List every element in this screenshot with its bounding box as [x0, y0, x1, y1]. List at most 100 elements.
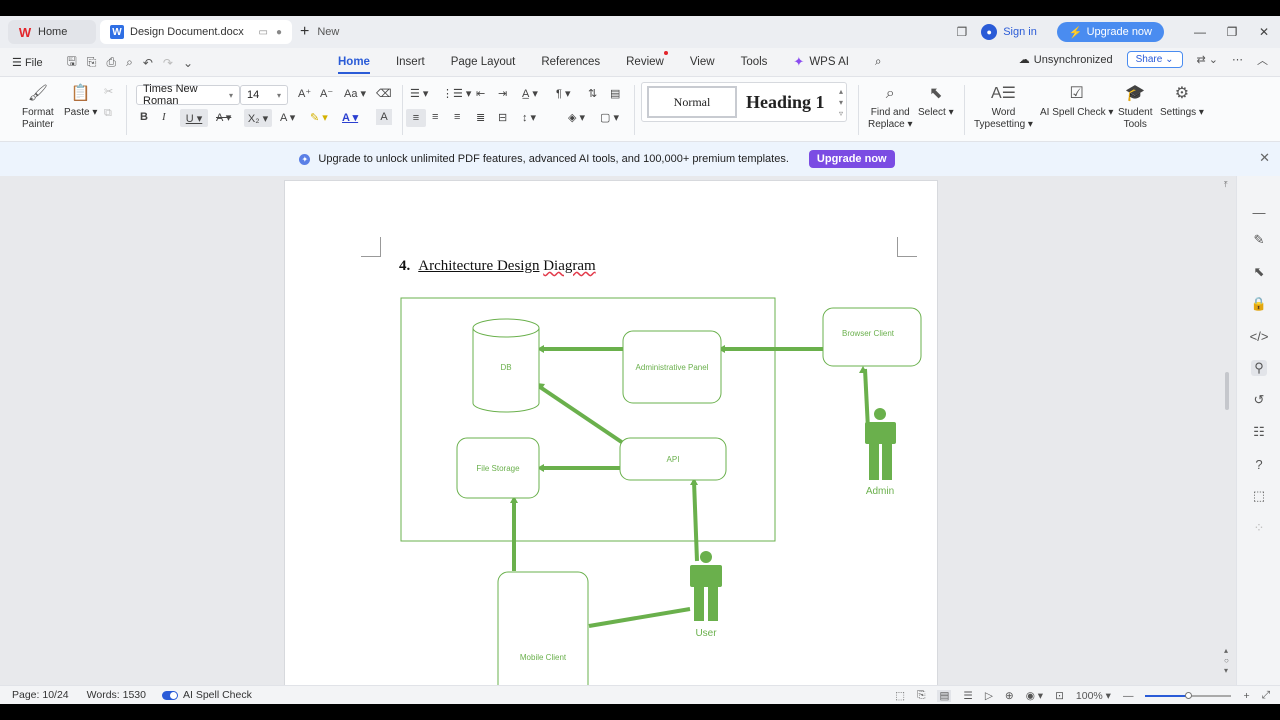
eye-protection-icon[interactable]: ◉ ▾: [1026, 690, 1043, 702]
styles-scroll[interactable]: ▴ ▾ ▿: [839, 87, 843, 118]
student-tools-button[interactable]: 🎓 Student Tools: [1118, 83, 1152, 131]
crop-select-icon[interactable]: ⬚: [1251, 488, 1267, 504]
search-icon[interactable]: ⌕: [875, 48, 881, 76]
fullscreen-icon[interactable]: ⤢: [1262, 689, 1270, 702]
export-pdf-icon[interactable]: ⎘: [87, 55, 97, 70]
style-normal[interactable]: Normal: [647, 86, 737, 118]
adjust-settings-icon[interactable]: ⚲: [1251, 360, 1267, 376]
distributed-icon[interactable]: ⊟: [498, 111, 507, 124]
line-spacing-icon[interactable]: ↕ ▾: [522, 111, 536, 124]
page-indicator[interactable]: Page: 10/24: [12, 689, 69, 701]
file-menu[interactable]: ☰ File: [12, 56, 43, 69]
increase-indent-icon[interactable]: ⇥: [498, 87, 507, 100]
mobile-client-node[interactable]: [497, 571, 589, 685]
decrease-indent-icon[interactable]: ⇤: [476, 87, 485, 100]
reading-mode-icon[interactable]: ⎘: [917, 689, 925, 702]
find-replace-button[interactable]: ⌕ Find and Replace ▾: [868, 83, 913, 131]
menu-tab-references[interactable]: References: [541, 48, 600, 76]
page-nav-icon[interactable]: ▴ ○ ▾: [1224, 646, 1229, 676]
fit-page-icon[interactable]: ⊡: [1055, 690, 1064, 702]
focus-mode-icon[interactable]: ⬚: [895, 690, 905, 702]
layout-options-icon[interactable]: ⇄ ⌄: [1197, 53, 1219, 66]
zoom-out-icon[interactable]: —: [1123, 690, 1134, 702]
collapse-ribbon-icon[interactable]: ︿: [1257, 52, 1268, 68]
user-actor-icon[interactable]: [690, 551, 722, 621]
play-icon[interactable]: ▷: [985, 690, 993, 702]
font-name-select[interactable]: Times New Roman ▾: [136, 83, 240, 107]
text-effects-icon[interactable]: A ▾: [280, 111, 295, 124]
select-pointer-icon[interactable]: ⬉: [1251, 264, 1267, 280]
sort-icon[interactable]: ⇅: [588, 87, 597, 100]
bullets-icon[interactable]: ☰ ▾: [410, 87, 428, 100]
change-case-icon[interactable]: Aa ▾: [344, 87, 366, 100]
upgrade-now-button[interactable]: ⚡ Upgrade now: [1056, 22, 1164, 42]
cut-icon[interactable]: ✂: [104, 85, 113, 98]
strikethrough-icon[interactable]: A ▾: [216, 111, 231, 124]
menu-tab-review[interactable]: Review: [626, 48, 668, 76]
quick-access-more-icon[interactable]: ⌄: [183, 56, 193, 70]
paste-button[interactable]: 📋 Paste ▾: [64, 83, 97, 119]
tab-document[interactable]: W Design Document.docx ▭ ●: [100, 20, 292, 44]
chevron-up-icon[interactable]: ▴: [839, 87, 843, 96]
tab-home[interactable]: W Home: [8, 20, 96, 44]
list-panel-icon[interactable]: ☷: [1251, 424, 1267, 440]
align-left-icon[interactable]: ≡: [406, 109, 426, 127]
redo-icon[interactable]: ↷: [163, 56, 173, 70]
menu-tab-insert[interactable]: Insert: [396, 48, 425, 76]
history-icon[interactable]: ↺: [1251, 392, 1267, 408]
table-border-icon[interactable]: ▤: [610, 87, 620, 100]
apps-grid-icon[interactable]: ⁘: [1251, 520, 1267, 536]
zoom-slider-knob[interactable]: [1185, 691, 1193, 699]
highlight-icon[interactable]: ✎ ▾: [310, 111, 328, 124]
document-page[interactable]: 4. Architecture Design Diagram DB Admini…: [284, 180, 938, 685]
zoom-level[interactable]: 100% ▾: [1076, 690, 1111, 702]
numbering-icon[interactable]: ⋮☰ ▾: [442, 87, 471, 100]
paragraph-marks-icon[interactable]: ¶ ▾: [556, 87, 571, 100]
ai-spell-toggle[interactable]: AI Spell Check: [161, 689, 252, 701]
scroll-thumb[interactable]: [1225, 372, 1229, 410]
scroll-top-icon[interactable]: ⤒: [1224, 180, 1228, 190]
banner-upgrade-button[interactable]: Upgrade now: [808, 150, 895, 168]
word-count[interactable]: Words: 1530: [87, 689, 146, 701]
subscript-icon[interactable]: X₂ ▾: [244, 109, 272, 127]
grow-font-icon[interactable]: A⁺: [298, 87, 311, 100]
maximize-button[interactable]: ❐: [1216, 25, 1248, 39]
web-layout-icon[interactable]: ⊕: [1005, 690, 1014, 702]
pen-edit-icon[interactable]: ✎: [1251, 232, 1267, 248]
word-typesetting-button[interactable]: A☰ Word Typesetting ▾: [974, 83, 1033, 131]
code-icon[interactable]: </>: [1250, 328, 1269, 344]
architecture-diagram[interactable]: DB Administrative Panel Browser Client A…: [285, 181, 939, 685]
minimize-button[interactable]: —: [1184, 25, 1216, 39]
bold-icon[interactable]: B: [140, 111, 148, 123]
close-icon[interactable]: ✕: [1259, 150, 1270, 166]
underline-icon[interactable]: U ▾: [180, 109, 208, 127]
font-size-select[interactable]: 14 ▾: [240, 85, 288, 105]
new-tab-button[interactable]: + New: [300, 20, 339, 44]
collapse-panel-icon[interactable]: —: [1251, 204, 1267, 220]
tab-window-icon[interactable]: ▭: [259, 27, 268, 38]
help-icon[interactable]: ?: [1251, 456, 1267, 472]
settings-button[interactable]: ⚙ Settings ▾: [1160, 83, 1204, 119]
justify-icon[interactable]: ≣: [476, 111, 485, 124]
share-button[interactable]: Share ⌄: [1126, 51, 1183, 68]
save-icon[interactable]: 🖫: [67, 52, 77, 73]
more-options-icon[interactable]: ⋯: [1232, 53, 1243, 66]
undo-icon[interactable]: ↶: [143, 56, 153, 70]
print-preview-icon[interactable]: ⌕: [126, 55, 133, 70]
tab-unsaved-dot-icon[interactable]: ●: [276, 27, 282, 38]
chinese-layout-icon[interactable]: A̲ ▾: [522, 87, 538, 100]
toggle-switch[interactable]: [161, 690, 178, 700]
shrink-font-icon[interactable]: A⁻: [320, 87, 333, 100]
sync-status[interactable]: ☁ Unsynchronized: [1019, 53, 1113, 67]
zoom-slider[interactable]: [1145, 691, 1232, 699]
chevron-down-icon[interactable]: ▾: [839, 98, 843, 107]
zoom-in-icon[interactable]: +: [1243, 690, 1249, 702]
character-shading-icon[interactable]: A: [376, 109, 392, 125]
style-heading-1[interactable]: Heading 1: [746, 86, 825, 118]
format-painter-button[interactable]: 🖌 Format Painter: [22, 83, 54, 131]
menu-tab-wps-ai[interactable]: ✦ WPS AI: [793, 48, 849, 76]
window-layout-icon[interactable]: ❐: [956, 25, 967, 39]
outline-view-icon[interactable]: ☰: [963, 690, 972, 702]
page-view-icon[interactable]: ▤: [937, 689, 952, 702]
close-window-button[interactable]: ✕: [1248, 25, 1280, 39]
